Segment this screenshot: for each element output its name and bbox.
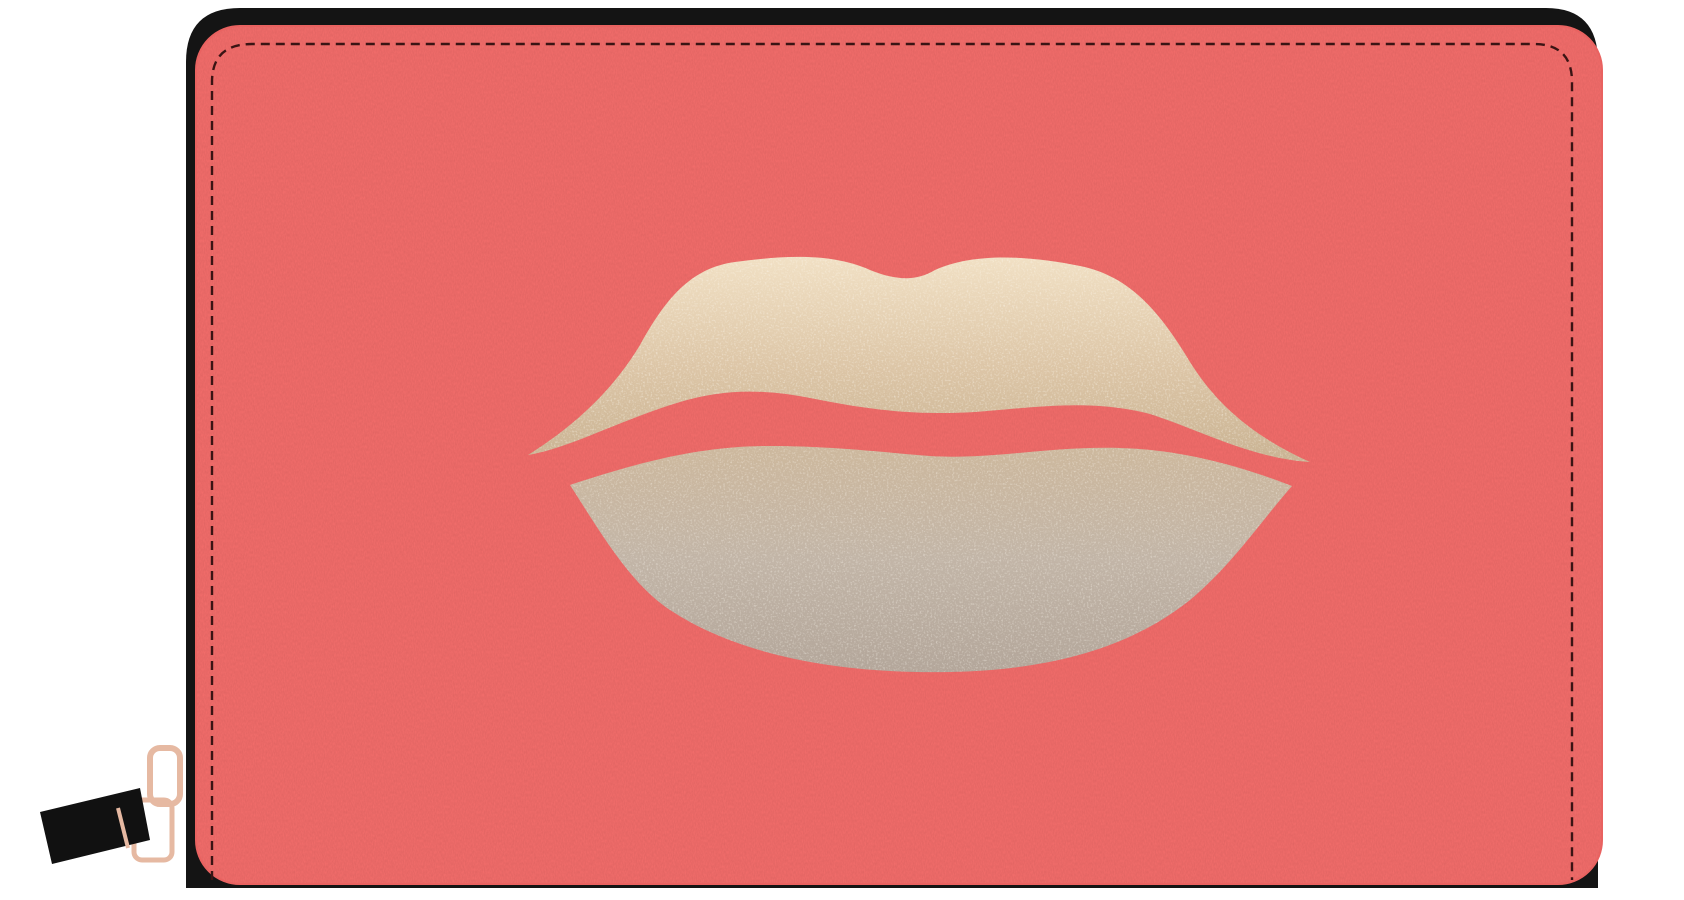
product-scene (0, 0, 1684, 900)
wallet-illustration (40, 8, 1603, 888)
zipper-slider (147, 745, 183, 807)
zipper-pull-icon[interactable] (40, 745, 183, 864)
